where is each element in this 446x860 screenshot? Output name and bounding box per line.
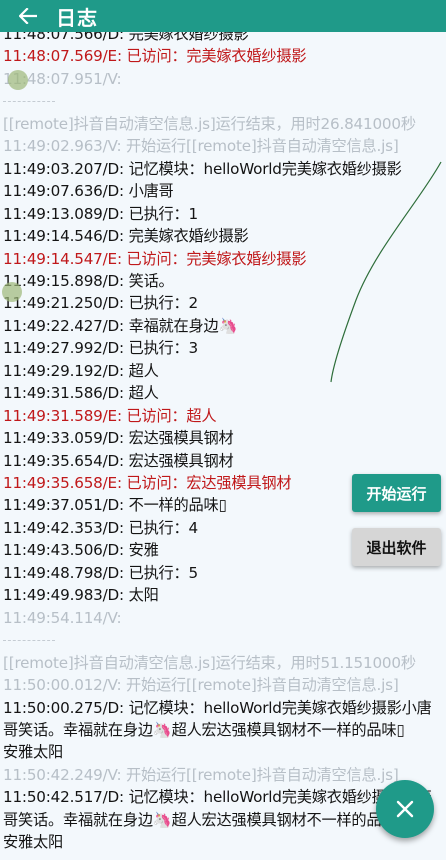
log-line: 11:49:14.547/E: 已访问：完美嫁衣婚纱摄影 xyxy=(3,249,307,268)
log-line: 11:49:22.427/D: 幸福就在身边🦄 xyxy=(3,316,238,335)
app-bar: 日志 xyxy=(0,0,446,32)
log-line: 11:50:00.275/D: 记忆模块：helloWorld完美嫁衣婚纱摄影小… xyxy=(3,698,432,717)
start-run-button[interactable]: 开始运行 xyxy=(352,474,441,512)
log-line: 11:49:14.546/D: 完美嫁衣婚纱摄影 xyxy=(3,227,249,246)
log-line: 哥笑话。幸福就在身边🦄超人宏达强模具钢材不一样的品味▯ xyxy=(3,810,405,829)
back-button[interactable] xyxy=(0,0,56,32)
log-separator xyxy=(3,640,55,642)
log-line: 11:50:42.517/D: 记忆模块：helloWorld完美嫁衣婚纱摄影小… xyxy=(3,788,432,807)
log-line: 11:49:31.589/E: 已访问：超人 xyxy=(3,406,217,425)
log-line: 11:50:42.249/V: 开始运行[[remote]抖音自动清空信息.js… xyxy=(3,765,399,784)
arrow-left-icon xyxy=(19,8,37,24)
log-line: 11:49:35.658/E: 已访问：宏达强模具钢材 xyxy=(3,474,292,492)
log-line: 11:49:15.898/D: 笑话。 xyxy=(3,271,174,290)
log-line: 11:49:33.059/D: 宏达强模具钢材 xyxy=(3,429,234,448)
close-icon xyxy=(396,800,414,818)
log-line: 11:49:54.114/V: xyxy=(3,608,122,627)
close-fab-button[interactable] xyxy=(376,780,434,838)
log-line: 11:49:43.506/D: 安雅 xyxy=(3,541,159,560)
log-line: 11:49:37.051/D: 不一样的品味▯ xyxy=(3,496,227,515)
log-line: [[remote]抖音自动清空信息.js]运行结束，用时26.841000秒 xyxy=(3,114,416,133)
log-line: 哥笑话。幸福就在身边🦄超人宏达强模具钢材不一样的品味▯ xyxy=(3,720,405,739)
log-line: 安雅太阳 xyxy=(3,833,63,852)
log-line: 11:49:27.992/D: 已执行：3 xyxy=(3,339,198,358)
touch-indicator xyxy=(8,70,28,90)
log-line: 11:49:48.798/D: 已执行：5 xyxy=(3,563,198,582)
log-line: 11:49:21.250/D: 已执行：2 xyxy=(3,294,198,313)
log-line: 11:49:31.586/D: 超人 xyxy=(3,384,159,403)
exit-app-button[interactable]: 退出软件 xyxy=(352,528,441,566)
page-title: 日志 xyxy=(56,5,98,30)
log-separator xyxy=(3,101,55,103)
log-line: 11:49:03.207/D: 记忆模块：helloWorld完美嫁衣婚纱摄影 xyxy=(3,159,402,178)
touch-indicator xyxy=(2,282,22,302)
log-line: 11:49:02.963/V: 开始运行[[remote]抖音自动清空信息.js… xyxy=(3,137,399,156)
log-line: 11:49:35.654/D: 宏达强模具钢材 xyxy=(3,451,234,470)
log-view[interactable]: 11:48:07.566/D: 完美嫁衣婚纱摄影 11:48:07.569/E: … xyxy=(0,32,446,860)
log-line: 11:48:07.569/E: 已访问：完美嫁衣婚纱摄影 xyxy=(3,47,307,66)
log-line: 11:49:42.353/D: 已执行：4 xyxy=(3,518,198,537)
log-line: 11:49:29.192/D: 超人 xyxy=(3,361,159,380)
log-line: 11:50:00.012/V: 开始运行[[remote]抖音自动清空信息.js… xyxy=(3,676,399,695)
log-line: 11:49:07.636/D: 小唐哥 xyxy=(3,182,174,201)
log-line: 11:48:07.566/D: 完美嫁衣婚纱摄影 xyxy=(3,32,249,43)
log-line: [[remote]抖音自动清空信息.js]运行结束，用时51.151000秒 xyxy=(3,653,416,672)
log-line: 11:49:13.089/D: 已执行：1 xyxy=(3,204,198,223)
log-line: 安雅太阳 xyxy=(3,743,63,762)
log-line: 11:49:49.983/D: 太阳 xyxy=(3,586,159,605)
